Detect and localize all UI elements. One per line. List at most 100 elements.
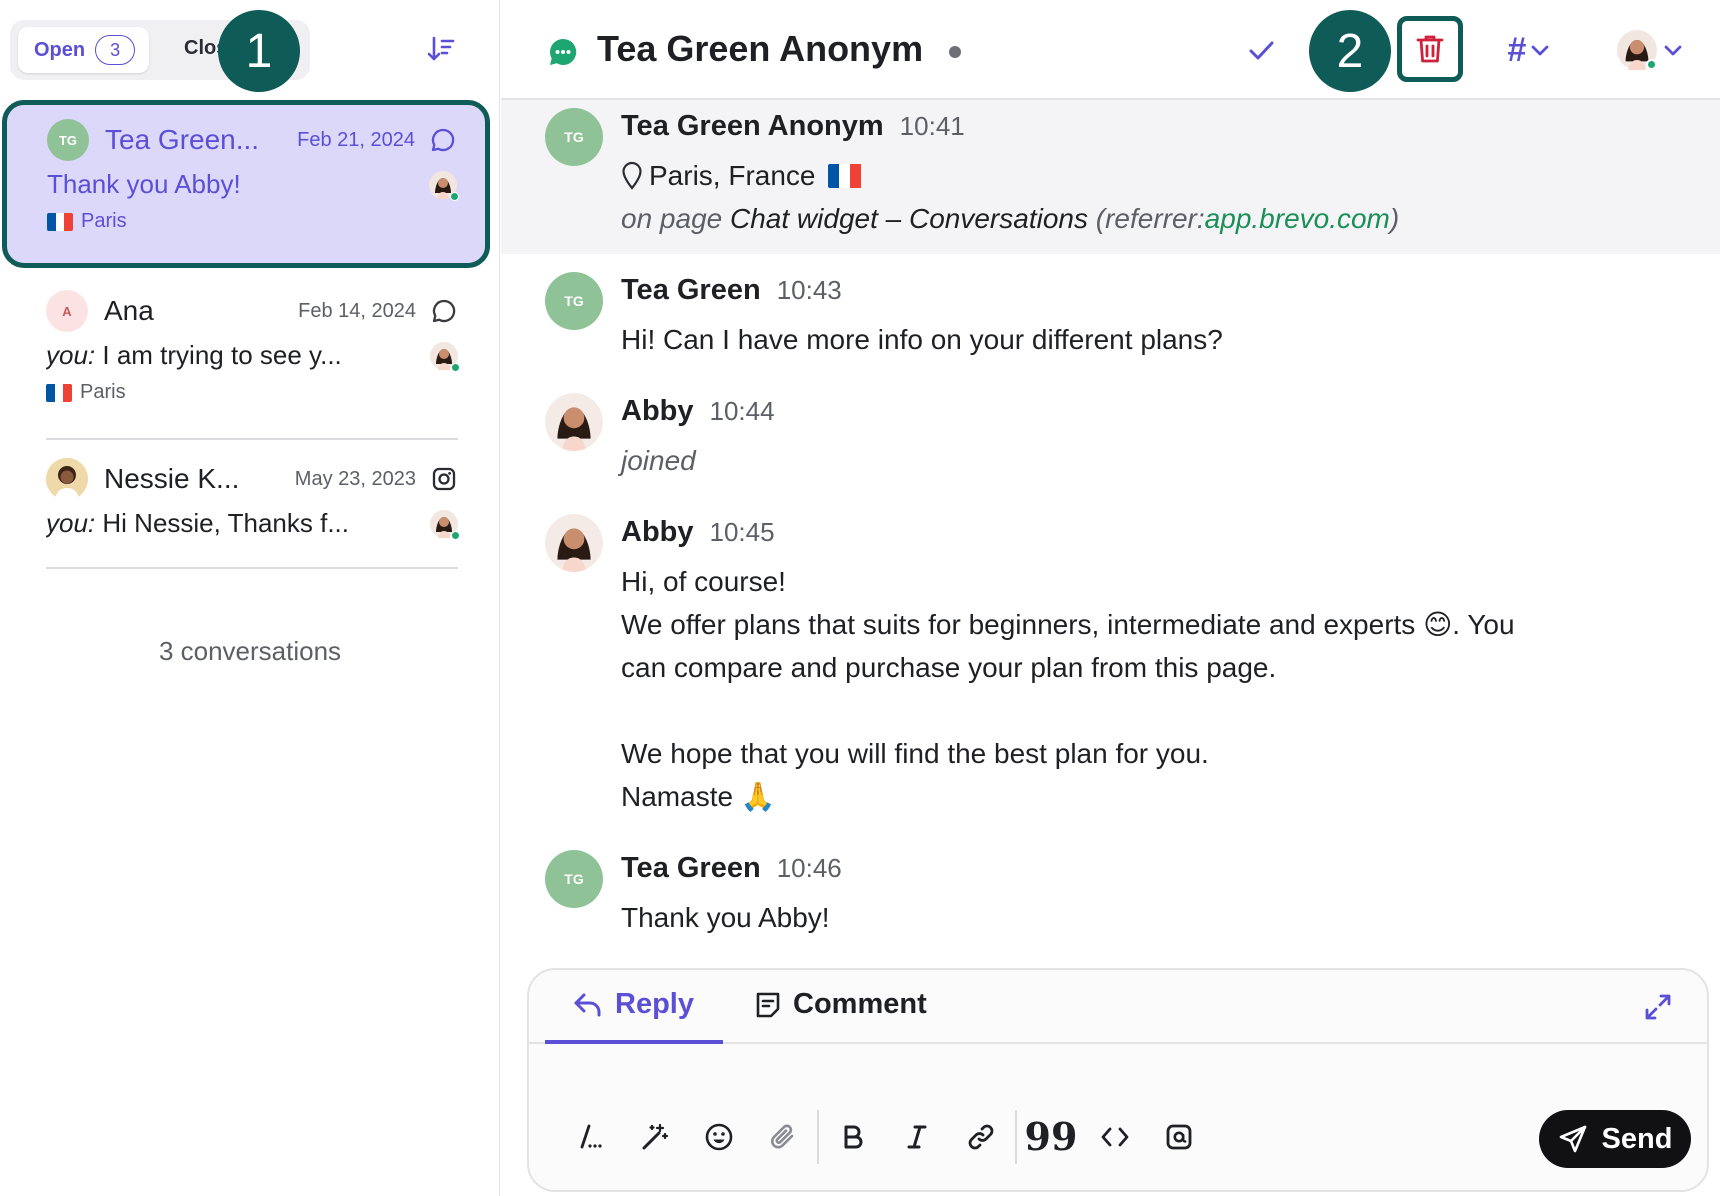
contact-location: Paris	[80, 381, 126, 403]
message-author: Abby	[621, 395, 694, 427]
agent-avatar	[430, 341, 460, 372]
message-composer: Reply Comment 99 Send	[527, 968, 1709, 1192]
message-text: Hi! Can I have more info on your differe…	[621, 324, 1223, 355]
open-tab-label: Open	[34, 38, 86, 61]
conversation-header: Tea Green Anonym 2 #	[501, 0, 1720, 100]
avatar	[545, 393, 603, 451]
code-icon[interactable]	[1083, 1112, 1147, 1162]
bold-icon[interactable]	[821, 1112, 885, 1162]
message-author: Tea Green Anonym	[621, 110, 884, 142]
message-preview: Hi Nessie, Thanks f...	[102, 508, 349, 538]
conversation-date: Feb 21, 2024	[297, 128, 415, 151]
message-text: Namaste 🙏	[621, 781, 776, 812]
callout-badge-2: 2	[1309, 10, 1391, 92]
open-count-badge: 3	[95, 35, 136, 65]
active-tab-indicator	[545, 1040, 723, 1044]
tab-reply-label: Reply	[615, 988, 694, 1020]
conversation-date: May 23, 2023	[294, 467, 416, 490]
message-text: We offer plans that suits for beginners,…	[621, 609, 1515, 640]
contact-name: Ana	[104, 295, 154, 326]
contact-name: Nessie K...	[104, 463, 240, 494]
conversation-date: Feb 14, 2024	[298, 299, 416, 322]
message-author: Tea Green	[621, 274, 761, 306]
instagram-icon	[430, 465, 458, 493]
avatar	[545, 514, 603, 572]
message-time: 10:44	[709, 396, 775, 426]
message-time: 10:46	[776, 853, 842, 883]
avatar	[1617, 30, 1657, 70]
agent-avatar	[429, 170, 459, 201]
chevron-down-icon	[1530, 43, 1550, 57]
message-text: joined	[621, 445, 696, 476]
message-text: can compare and purchase your plan from …	[621, 652, 1277, 683]
hashtag-icon: #	[1507, 30, 1527, 69]
message-preview: I am trying to see y...	[102, 340, 342, 370]
expand-icon[interactable]	[1643, 992, 1673, 1022]
toolbar-divider	[817, 1110, 819, 1164]
conversation-item-ana[interactable]: A Ana Feb 14, 2024 you: I am trying to s…	[46, 290, 460, 404]
you-prefix: you:	[46, 340, 96, 370]
divider	[46, 567, 458, 569]
live-chat-icon	[547, 36, 579, 68]
location-pin-icon	[621, 161, 643, 191]
conversation-item-nessie[interactable]: Nessie K... May 23, 2023 you: Hi Nessie,…	[46, 458, 460, 540]
agent-avatar	[430, 509, 460, 540]
conversation-panel: Tea Green Anonym 2 # TG Tea Green Anonym…	[501, 0, 1720, 1196]
referrer-prefix: (referrer:	[1095, 203, 1205, 234]
page-prefix: on page	[621, 203, 723, 234]
status-dot	[949, 46, 961, 58]
tab-comment-label: Comment	[793, 988, 927, 1020]
conversation-sidebar: Open 3 Clos 1 TG Tea Green... Feb 21, 20…	[0, 0, 500, 1196]
magic-wand-icon[interactable]	[623, 1112, 687, 1162]
tab-comment[interactable]: Comment	[755, 988, 927, 1021]
chat-icon	[430, 297, 458, 325]
avatar: TG	[545, 272, 603, 330]
send-button[interactable]: Send	[1539, 1110, 1691, 1168]
emoji-icon[interactable]	[687, 1112, 751, 1162]
sort-icon[interactable]	[424, 32, 458, 66]
italic-icon[interactable]	[885, 1112, 949, 1162]
contact-location: Paris	[81, 210, 127, 232]
callout-badge-1: 1	[218, 10, 300, 92]
referrer-link[interactable]: app.brevo.com	[1205, 203, 1390, 234]
tag-dropdown-button[interactable]: #	[1499, 28, 1559, 72]
trash-icon	[1415, 33, 1445, 65]
template-icon[interactable]	[1147, 1112, 1211, 1162]
tab-reply[interactable]: Reply	[573, 988, 694, 1021]
formatting-toolbar: 99	[559, 1110, 1211, 1164]
conversation-count: 3 conversations	[158, 636, 342, 666]
conversation-title: Tea Green Anonym	[597, 28, 924, 69]
link-icon[interactable]	[949, 1112, 1013, 1162]
contact-name: Tea Green...	[105, 124, 260, 155]
quote-icon[interactable]: 99	[1019, 1112, 1083, 1162]
delete-button[interactable]	[1397, 16, 1463, 82]
toolbar-divider	[1015, 1110, 1017, 1164]
message-text: Hi, of course!	[621, 566, 786, 597]
reply-icon	[573, 992, 603, 1018]
message-text: We hope that you will find the best plan…	[621, 738, 1209, 769]
send-label: Send	[1601, 1122, 1673, 1155]
conversation-item-tea-green[interactable]: TG Tea Green... Feb 21, 2024 Thank you A…	[2, 100, 490, 268]
message-time: 10:45	[709, 517, 775, 547]
send-icon	[1558, 1124, 1588, 1154]
france-flag-icon	[827, 163, 862, 188]
page-name: Chat widget – Conversations	[730, 203, 1088, 234]
shortcut-icon[interactable]	[559, 1112, 623, 1162]
france-flag-icon	[47, 212, 73, 231]
visitor-location: Paris, France	[649, 160, 816, 191]
message-preview: Thank you Abby!	[47, 169, 241, 199]
attachment-icon[interactable]	[751, 1112, 815, 1162]
resolve-check-button[interactable]	[1239, 28, 1283, 72]
note-icon	[755, 991, 781, 1019]
assignee-dropdown-button[interactable]	[1615, 28, 1685, 72]
message-text: Thank you Abby!	[621, 902, 830, 933]
open-tab[interactable]: Open 3	[18, 27, 150, 73]
avatar: TG	[545, 850, 603, 908]
message-time: 10:43	[776, 275, 842, 305]
message-author: Abby	[621, 516, 694, 548]
chat-icon	[429, 126, 457, 154]
avatar: A	[46, 290, 88, 332]
message-author: Tea Green	[621, 852, 761, 884]
chevron-down-icon	[1663, 43, 1683, 57]
message-text	[621, 689, 1631, 732]
